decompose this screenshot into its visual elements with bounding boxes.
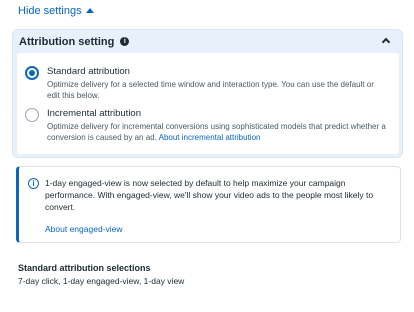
standard-selections-value: 7-day click, 1-day engaged-view, 1-day v… (18, 276, 185, 286)
option-standard-attribution[interactable]: Standard attribution Optimize delivery f… (25, 65, 387, 101)
incremental-attribution-description: Optimize delivery for incremental conver… (47, 121, 387, 143)
engaged-view-notice: i 1-day engaged-view is now selected by … (16, 166, 401, 243)
hide-settings-link[interactable]: Hide settings (18, 5, 94, 17)
info-circle-icon: i (28, 178, 39, 189)
attribution-header[interactable]: Attribution setting i (13, 30, 402, 53)
hide-settings-label: Hide settings (18, 5, 82, 17)
notice-text: 1-day engaged-view is now selected by de… (45, 178, 374, 212)
caret-up-icon (85, 8, 94, 13)
radio-standard-attribution[interactable] (25, 66, 39, 80)
standard-attribution-description: Optimize delivery for a selected time wi… (47, 80, 374, 100)
standard-attribution-label: Standard attribution (47, 66, 130, 77)
attribution-setting-panel: Attribution setting i Standard attributi… (12, 29, 403, 158)
info-icon[interactable]: i (120, 37, 130, 46)
radio-incremental-attribution[interactable] (25, 108, 39, 122)
attribution-title: Attribution setting (19, 35, 115, 48)
about-engaged-view-link[interactable]: About engaged-view (45, 223, 123, 235)
standard-selections-title: Standard attribution selections (18, 263, 151, 273)
chevron-up-icon[interactable] (381, 37, 391, 47)
incremental-attribution-label: Incremental attribution (47, 108, 141, 119)
about-incremental-attribution-link[interactable]: About incremental attribution (159, 133, 261, 142)
attribution-options: Standard attribution Optimize delivery f… (17, 53, 399, 154)
option-incremental-attribution[interactable]: Incremental attribution Optimize deliver… (25, 107, 387, 143)
